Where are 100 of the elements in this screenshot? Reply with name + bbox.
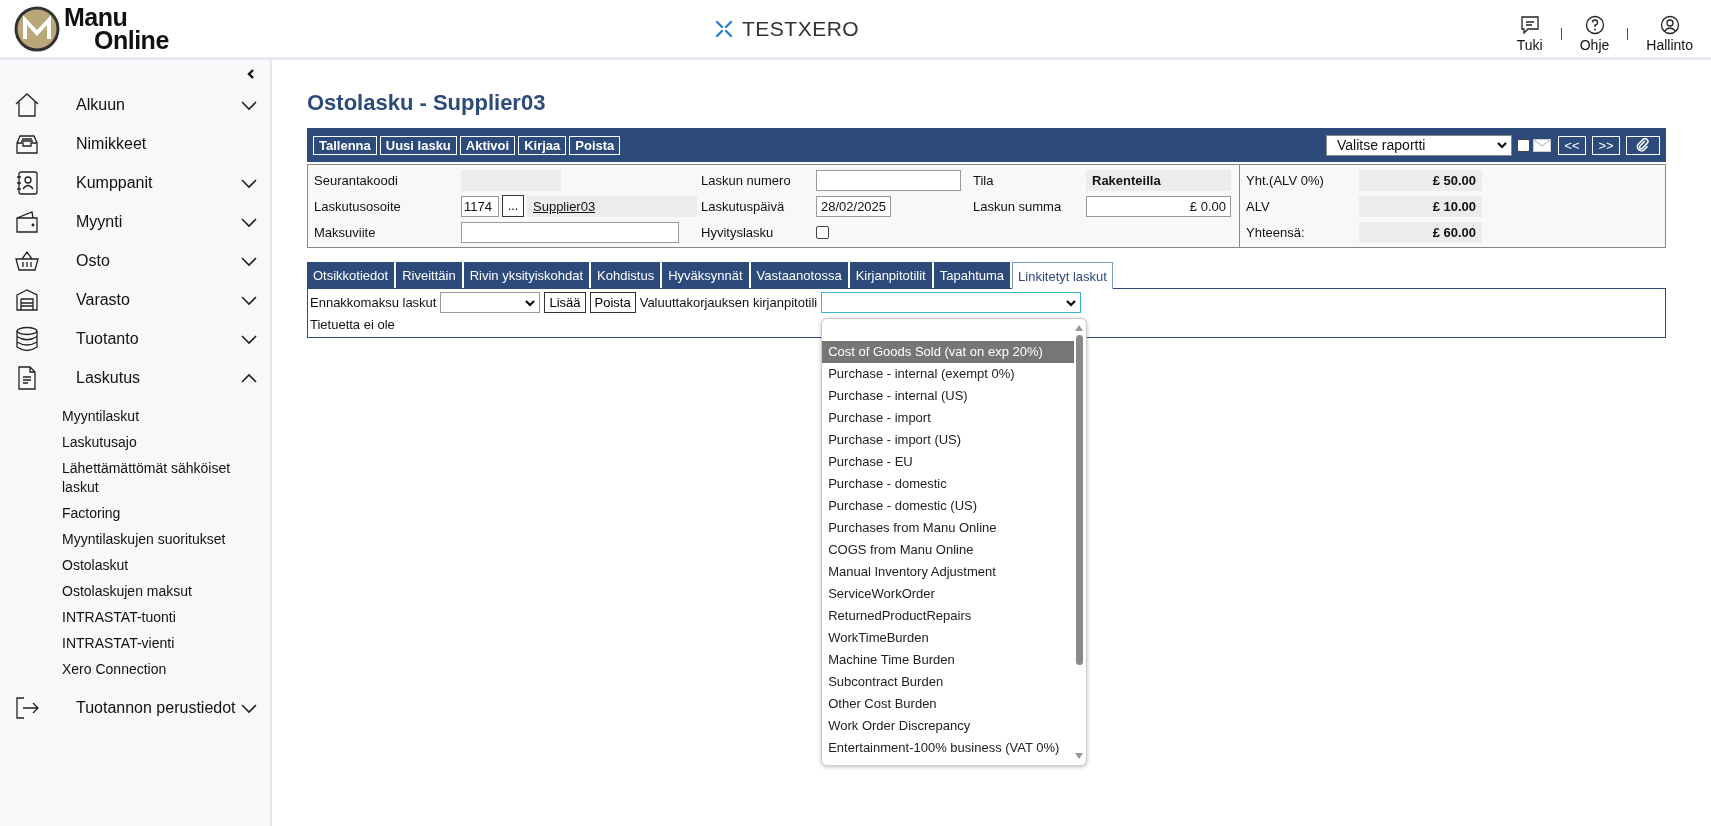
submenu-item[interactable]: INTRASTAT-tuonti [62,604,252,630]
prepayment-select[interactable] [440,292,541,313]
help-icon [1584,14,1605,35]
dropdown-option[interactable]: Purchase - EU [822,451,1075,473]
submenu-item[interactable]: INTRASTAT-vienti [62,630,252,656]
add-button[interactable]: Lisää [544,292,586,313]
invoice-sum-field[interactable]: £ 0.00 [1086,195,1231,217]
submenu-item[interactable]: Lähettämättömät sähköiset laskut [62,455,252,500]
invoice-date-field[interactable]: 28/02/2025 [816,195,891,217]
field-label: Laskun numero [701,172,792,188]
total-label: Yhteensä: [1246,224,1306,240]
submenu-item[interactable]: Myyntilaskut [62,403,252,429]
attach-button[interactable] [1626,135,1660,155]
sidebar-item[interactable]: Myynti [0,202,270,241]
dropdown-option[interactable]: Purchase - internal (US) [822,385,1075,407]
email-checkbox[interactable] [1517,138,1530,152]
field-label: Maksuviite [314,224,377,240]
dropdown-option[interactable]: Purchase - internal (exempt 0%) [822,363,1075,385]
payment-reference-field[interactable] [461,221,679,243]
envelope-icon[interactable] [1533,138,1551,152]
credit-note-checkbox[interactable] [816,225,829,239]
scrollbar-thumb[interactable] [1075,335,1083,665]
scroll-down-icon[interactable] [1075,753,1084,759]
submenu-item[interactable]: Xero Connection [62,656,252,682]
tab[interactable]: Vastaanotossa [750,262,848,288]
logo-icon [14,5,60,52]
total-label: Yht.(ALV 0%) [1246,172,1325,188]
dropdown-option[interactable]: Subcontract Burden [822,671,1075,693]
wallet-icon [14,208,40,235]
address-code-field[interactable]: 1174 [461,195,499,217]
toolbar-button[interactable]: Aktivoi [459,135,516,155]
toolbar-button[interactable]: Poista [569,135,621,155]
field-label: Laskutusosoite [314,198,402,214]
tab[interactable]: Kohdistus [591,262,661,288]
empty-message: Tietuetta ei ole [310,316,395,334]
field-label: Seurantakoodi [314,172,399,188]
total-value: £ 10.00 [1359,195,1482,217]
tab[interactable]: Otsikkotiedot [307,262,395,288]
toolbar-button[interactable]: Kirjaa [518,135,567,155]
dropdown-option[interactable]: Purchases from Manu Online [822,517,1075,539]
remove-button[interactable]: Poista [589,292,636,313]
header-action[interactable]: Ohje [1575,14,1614,53]
dropdown-option[interactable]: Cost of Goods Sold (vat on exp 20%) [822,341,1075,363]
dropdown-option[interactable]: Machine Time Burden [822,649,1075,671]
sidebar-item[interactable]: Tuotanto [0,319,270,358]
submenu-item[interactable]: Laskutusajo [62,429,252,455]
tab[interactable]: Hyväksynnät [662,262,749,288]
dropdown-option[interactable]: Other Cost Burden [822,693,1075,715]
dropdown-option[interactable]: Purchase - import [822,407,1075,429]
supplier-link[interactable]: Supplier03 [533,198,596,214]
total-label: ALV [1246,198,1271,214]
dropdown-option[interactable]: Entertainment-100% business (VAT 0%) [822,737,1075,759]
dropdown-option[interactable]: ServiceWorkOrder [822,583,1075,605]
caret-icon [1497,141,1507,149]
scroll-up-icon[interactable] [1075,325,1084,331]
toolbar-button[interactable]: Uusi lasku [379,135,457,155]
dropdown-option[interactable]: Work Order Discrepancy [822,715,1075,737]
tab[interactable]: Riveittäin [396,262,462,288]
dropdown-option[interactable]: WorkTimeBurden [822,627,1075,649]
logo-text: Manu [64,5,128,29]
submenu-item[interactable]: Ostolaskujen maksut [62,578,252,604]
total-value: £ 50.00 [1359,169,1482,191]
field-label: Laskun summa [973,198,1063,214]
sidebar-item[interactable]: Tuotannon perustiedot [0,688,270,727]
picker-button[interactable]: ... [502,195,524,217]
database-icon [14,325,40,352]
sidebar-item[interactable]: Osto [0,241,270,280]
dropdown-option[interactable]: Purchase - import (US) [822,429,1075,451]
total-value: £ 60.00 [1359,221,1482,243]
tab[interactable]: Rivin yksityiskohdat [463,262,590,288]
sidebar-item[interactable]: Alkuun [0,85,270,124]
xero-icon [714,18,734,39]
sidebar-item[interactable]: Laskutus [0,358,270,397]
report-select[interactable]: Valitse raportti [1326,134,1512,156]
dropdown-option[interactable]: Manual Inventory Adjustment [822,561,1075,583]
tab[interactable]: Linkitetyt laskut [1012,262,1113,289]
logo-text: Online [94,28,169,52]
collapse-icon[interactable] [246,68,256,80]
toolbar-button[interactable]: Tallenna [313,135,377,155]
tab[interactable]: Tapahtuma [933,262,1011,288]
dropdown-option[interactable]: ReturnedProductRepairs [822,605,1075,627]
invoice-number-field[interactable] [816,169,961,191]
chat-icon [1519,14,1540,35]
account-select[interactable] [821,292,1082,313]
tab[interactable]: Kirjanpitotilit [849,262,932,288]
dropdown-option[interactable]: Purchase - domestic [822,473,1075,495]
dropdown-option[interactable]: Purchase - domestic (US) [822,495,1075,517]
submenu-item[interactable]: Ostolaskut [62,552,252,578]
header-action[interactable]: Tuki [1512,14,1547,53]
field-label: Laskutuspäivä [701,198,786,214]
header-action[interactable]: Hallinto [1642,14,1697,53]
sidebar-item[interactable]: Varasto [0,280,270,319]
nav-button[interactable]: << [1558,135,1586,155]
dropdown-option[interactable]: COGS from Manu Online [822,539,1075,561]
sidebar-item[interactable]: Kumppanit [0,163,270,202]
home-icon [14,91,40,118]
sidebar-item[interactable]: Nimikkeet [0,124,270,163]
submenu-item[interactable]: Factoring [62,500,252,526]
submenu-item[interactable]: Myyntilaskujen suoritukset [62,526,252,552]
nav-button[interactable]: >> [1592,135,1620,155]
